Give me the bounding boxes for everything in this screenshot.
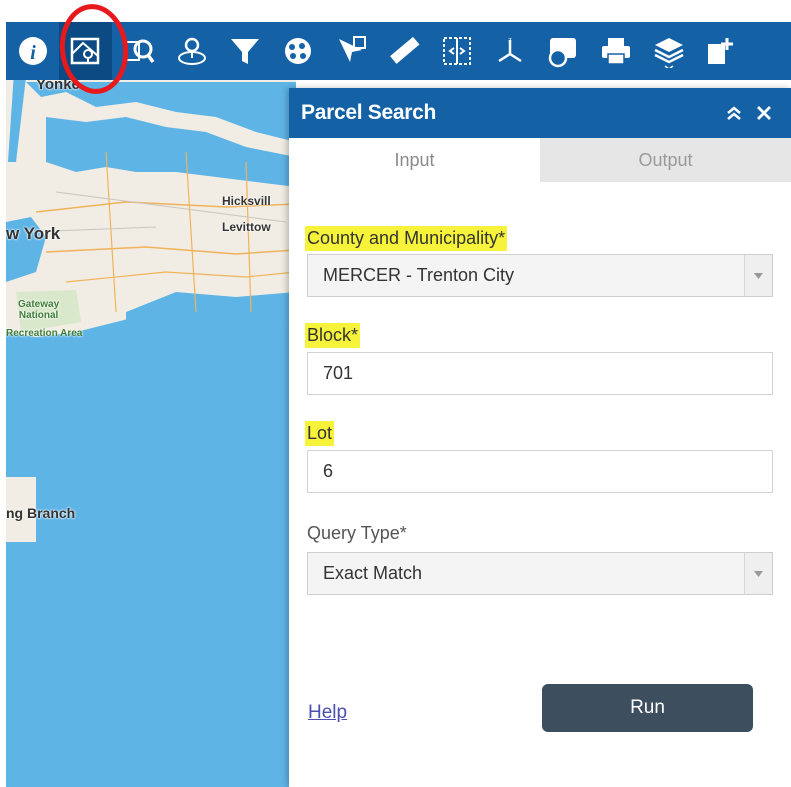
county-label: County and Municipality* <box>305 226 508 251</box>
select-tool-button[interactable] <box>324 22 377 80</box>
filter-tool-button[interactable] <box>218 22 271 80</box>
measure-icon <box>389 36 419 64</box>
map-basemap <box>6 22 296 542</box>
chevron-down-icon <box>754 570 763 577</box>
info-tool-button[interactable]: i <box>6 22 59 80</box>
block-label: Block* <box>305 323 361 348</box>
pan-select-tool-button[interactable] <box>271 22 324 80</box>
panel-tabs: Input Output <box>289 138 791 182</box>
county-select-arrow[interactable] <box>744 255 772 296</box>
add-layer-tool-button[interactable] <box>642 22 695 80</box>
coordinate-icon: z <box>497 37 522 63</box>
query-type-select-value: Exact Match <box>323 563 423 583</box>
tab-input[interactable]: Input <box>289 138 540 182</box>
query-icon <box>123 39 154 64</box>
parcel-search-tool-button[interactable] <box>59 22 112 80</box>
swipe-tool-button[interactable] <box>430 22 483 80</box>
panel-title: Parcel Search <box>301 101 437 124</box>
map-label-gateway-line1: Gateway <box>18 299 60 310</box>
map-label-gateway: Gateway National <box>18 299 59 321</box>
location-tool-button[interactable] <box>165 22 218 80</box>
block-input[interactable]: 701 <box>307 352 773 395</box>
tab-output[interactable]: Output <box>540 138 791 182</box>
info-icon: i <box>18 37 47 65</box>
query-type-select[interactable]: Exact Match <box>307 552 773 595</box>
map-label-gateway-line2: National <box>18 310 59 321</box>
close-panel-button[interactable] <box>749 98 779 128</box>
query-tool-button[interactable] <box>112 22 165 80</box>
svg-text:i: i <box>30 42 36 64</box>
lot-label: Lot <box>305 421 335 446</box>
layer-list-icon <box>548 38 576 68</box>
run-button[interactable]: Run <box>542 684 753 732</box>
lot-input[interactable]: 6 <box>307 450 773 493</box>
widget-toolbar: i z <box>6 22 791 80</box>
add-data-icon <box>707 38 733 64</box>
county-select-value: MERCER - Trenton City <box>323 265 515 285</box>
map-label-hicksville: Hicksvill <box>222 194 271 208</box>
help-link[interactable]: Help <box>308 702 347 724</box>
parcel-search-panel: Parcel Search Input Output County and Mu… <box>289 88 791 787</box>
coordinate-tool-button[interactable]: z <box>483 22 536 80</box>
chevron-down-icon <box>754 272 763 279</box>
parcel-search-icon <box>70 37 99 65</box>
close-icon <box>757 106 771 120</box>
select-icon <box>338 36 366 62</box>
pan-select-icon <box>284 38 311 64</box>
add-layer-icon <box>653 38 684 68</box>
location-icon <box>177 37 206 65</box>
map-label-new-york: w York <box>6 224 61 243</box>
map-label-recreation: Recreation Area <box>6 328 83 339</box>
map-label-levittown: Levittow <box>222 220 271 234</box>
print-tool-button[interactable] <box>589 22 642 80</box>
panel-header: Parcel Search <box>289 88 791 138</box>
query-type-label: Query Type* <box>307 523 407 543</box>
add-data-tool-button[interactable] <box>695 22 748 80</box>
measure-tool-button[interactable] <box>377 22 430 80</box>
query-type-select-arrow[interactable] <box>744 553 772 594</box>
map-label-long-branch: ng Branch <box>6 505 76 521</box>
swipe-icon <box>442 37 471 65</box>
collapse-panel-button[interactable] <box>719 98 749 128</box>
layer-list-tool-button[interactable] <box>536 22 589 80</box>
svg-text:z: z <box>508 37 512 44</box>
map-view[interactable]: Yonke Hicksvill Levittow w York Gateway … <box>6 22 296 787</box>
parcel-search-form: County and Municipality* MERCER - Trento… <box>289 182 791 732</box>
filter-icon <box>230 39 259 64</box>
print-icon <box>601 38 630 65</box>
county-select[interactable]: MERCER - Trenton City <box>307 254 773 297</box>
double-chevron-up-icon <box>727 106 741 120</box>
